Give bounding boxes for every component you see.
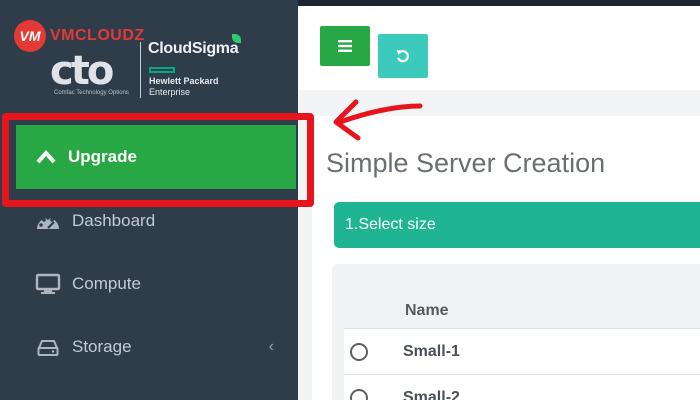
watermark-badge: VM: [14, 20, 46, 52]
hpe-logo-mark: [149, 67, 175, 73]
hard-drive-icon: [34, 335, 62, 359]
sidebar-item-upgrade[interactable]: Upgrade: [16, 125, 296, 189]
refresh-icon: [396, 50, 409, 63]
sidebar-item-storage[interactable]: Storage ‹: [0, 315, 298, 378]
table-row[interactable]: Small-1: [344, 328, 700, 374]
sidebar-menu: Upgrade Dashboard Compute Storage ‹: [0, 125, 298, 378]
page-title: Simple Server Creation: [326, 148, 606, 178]
size-radio[interactable]: [350, 342, 368, 361]
monitor-icon: [34, 272, 62, 296]
size-table: Name Small-1 Small-2: [332, 264, 700, 400]
cto-tagline: Comfac Technology Options: [54, 90, 129, 96]
size-name: Small-2: [403, 388, 460, 400]
top-toolbar: [298, 6, 700, 90]
chevron-up-icon: [32, 145, 60, 169]
sidebar-item-label: Dashboard: [72, 210, 156, 230]
sidebar: VM VMCLOUDZ cto Comfac Technology Option…: [0, 0, 298, 400]
sidebar-item-label: Upgrade: [68, 147, 137, 166]
size-radio[interactable]: [350, 388, 368, 400]
size-name: Small-1: [403, 342, 460, 360]
cloudsigma-leaf-icon: [232, 34, 241, 43]
watermark-text: VMCLOUDZ: [50, 27, 145, 44]
cloudsigma-logo: CloudSigma: [148, 40, 239, 57]
menu-toggle-button[interactable]: [320, 26, 370, 66]
brand-logo: VM VMCLOUDZ cto Comfac Technology Option…: [0, 6, 298, 110]
submenu-arrow-icon[interactable]: ‹: [269, 338, 274, 356]
logo-divider: [140, 42, 141, 98]
hpe-line1: Hewlett Packard: [149, 76, 219, 86]
sidebar-item-label: Compute: [72, 273, 141, 293]
hpe-line2: Enterprise: [149, 87, 191, 97]
main-content: Simple Server Creation 1.Select size Nam…: [298, 90, 700, 400]
sidebar-item-label: Storage: [72, 336, 132, 356]
cto-logo: cto: [50, 48, 114, 94]
sidebar-item-dashboard[interactable]: Dashboard: [0, 189, 298, 252]
dashboard-gauge-icon: [34, 209, 62, 233]
step-select-size-header[interactable]: 1.Select size: [334, 202, 700, 248]
hamburger-icon: [338, 40, 352, 52]
sidebar-item-compute[interactable]: Compute: [0, 252, 298, 315]
column-header-name: Name: [405, 302, 449, 319]
hpe-logo-text: Hewlett Packard Enterprise: [149, 76, 219, 98]
refresh-button[interactable]: [378, 34, 428, 78]
table-row[interactable]: Small-2: [344, 374, 700, 400]
